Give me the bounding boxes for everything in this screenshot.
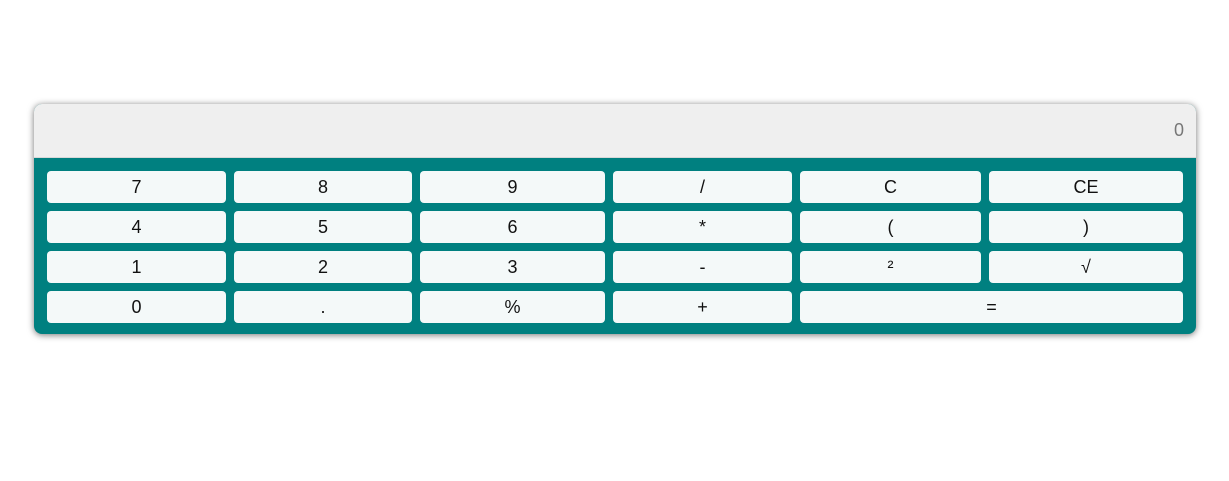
square-button[interactable]: ² — [800, 251, 981, 283]
clear-button[interactable]: C — [800, 171, 981, 203]
percent-button[interactable]: % — [420, 291, 605, 323]
multiply-button[interactable]: * — [613, 211, 792, 243]
decimal-button[interactable]: . — [234, 291, 412, 323]
key-2[interactable]: 2 — [234, 251, 412, 283]
key-6[interactable]: 6 — [420, 211, 605, 243]
key-3[interactable]: 3 — [420, 251, 605, 283]
key-8[interactable]: 8 — [234, 171, 412, 203]
key-5[interactable]: 5 — [234, 211, 412, 243]
open-paren-button[interactable]: ( — [800, 211, 981, 243]
close-paren-button[interactable]: ) — [989, 211, 1183, 243]
clear-entry-button[interactable]: CE — [989, 171, 1183, 203]
subtract-button[interactable]: - — [613, 251, 792, 283]
divide-button[interactable]: / — [613, 171, 792, 203]
key-0[interactable]: 0 — [47, 291, 226, 323]
square-root-button[interactable]: √ — [989, 251, 1183, 283]
key-4[interactable]: 4 — [47, 211, 226, 243]
calculator: 0 7 8 9 / C CE 4 5 6 * ( ) 1 2 3 - ² √ 0… — [34, 104, 1196, 334]
key-1[interactable]: 1 — [47, 251, 226, 283]
calculator-display: 0 — [34, 104, 1196, 158]
add-button[interactable]: + — [613, 291, 792, 323]
display-value: 0 — [1173, 120, 1184, 140]
key-7[interactable]: 7 — [47, 171, 226, 203]
equals-button[interactable]: = — [800, 291, 1183, 323]
key-9[interactable]: 9 — [420, 171, 605, 203]
